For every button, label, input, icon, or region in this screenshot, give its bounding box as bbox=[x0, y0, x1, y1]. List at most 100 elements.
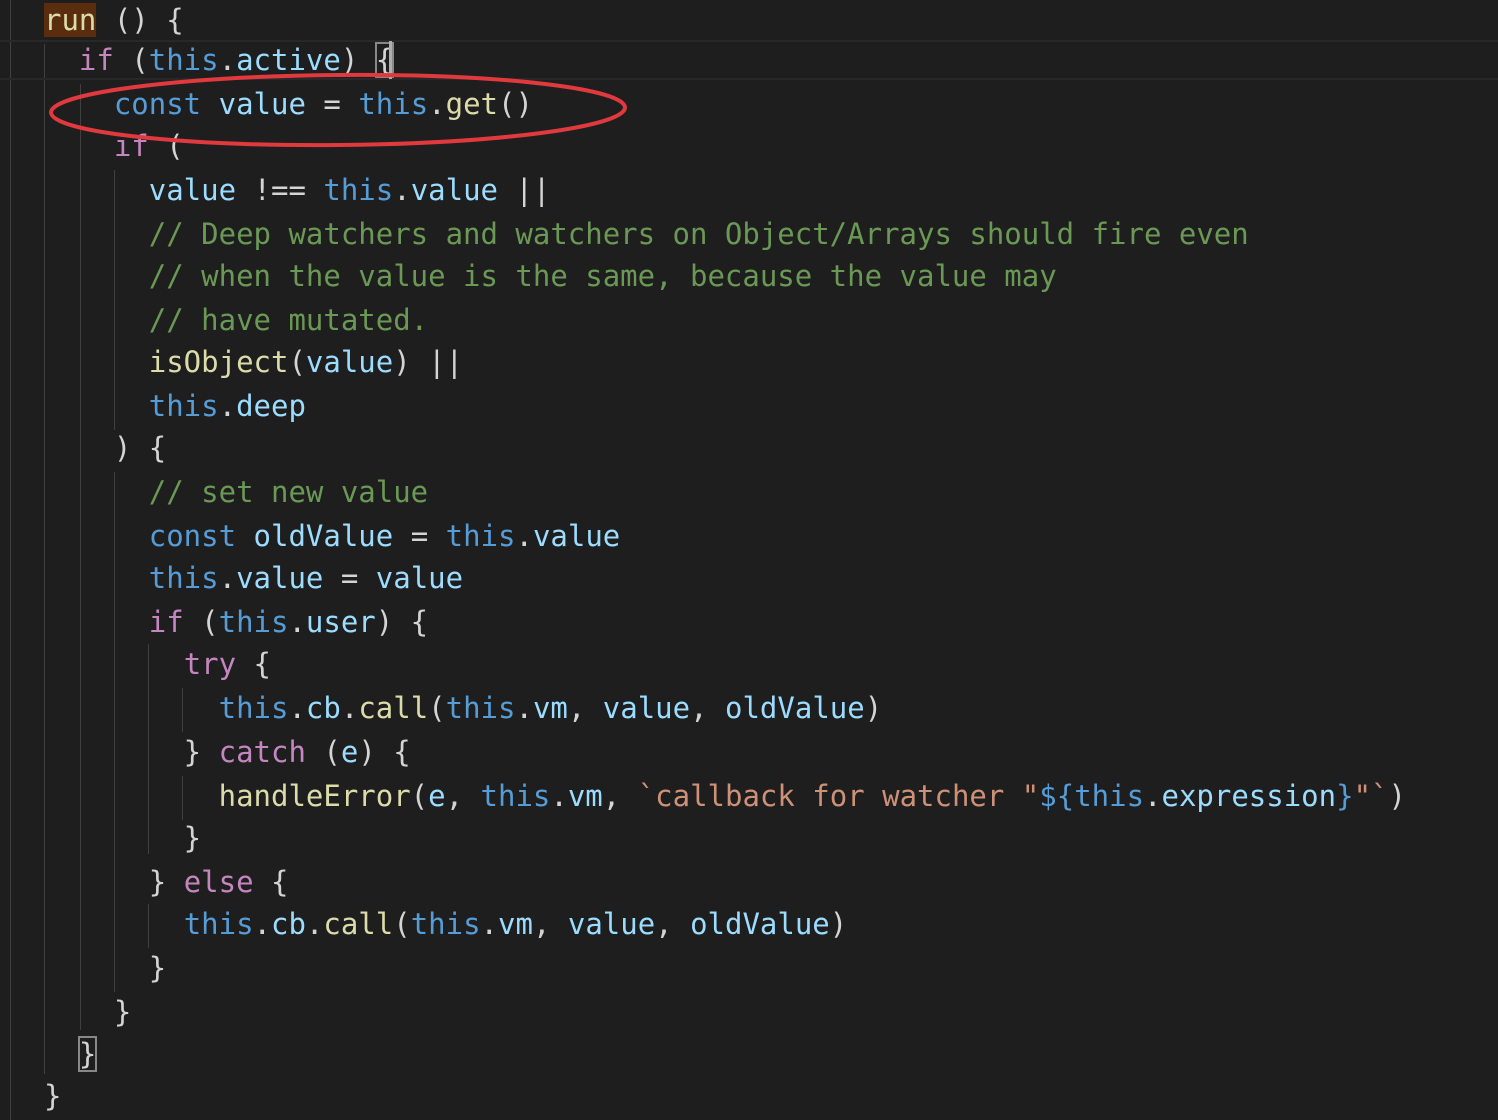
code-token: ) { bbox=[375, 605, 429, 639]
code-token: this bbox=[218, 691, 289, 725]
code-line[interactable]: const value = this.get() bbox=[44, 84, 533, 124]
code-token: ) { bbox=[358, 735, 411, 769]
code-line[interactable]: if (this.user) { bbox=[44, 602, 428, 642]
code-token: vm bbox=[498, 907, 533, 941]
code-token: value bbox=[410, 173, 499, 207]
code-token: value bbox=[236, 561, 324, 595]
code-editor[interactable]: run () { if (this.active) { const value … bbox=[0, 0, 1498, 1120]
code-token: = bbox=[305, 87, 359, 121]
code-token: } bbox=[44, 821, 202, 855]
code-line[interactable]: } bbox=[44, 818, 201, 858]
code-token: try bbox=[183, 647, 237, 681]
code-line[interactable]: isObject(value) || bbox=[44, 342, 463, 382]
code-token: ( bbox=[148, 129, 184, 163]
code-token: value bbox=[148, 173, 237, 207]
code-token: () { bbox=[96, 3, 184, 37]
code-token: , bbox=[655, 907, 691, 941]
code-line[interactable]: } bbox=[44, 1034, 98, 1074]
code-token: deep bbox=[236, 389, 306, 423]
code-token: } bbox=[44, 1079, 62, 1113]
code-line[interactable]: } bbox=[44, 1076, 61, 1116]
code-token: . bbox=[515, 691, 533, 725]
code-line[interactable]: // have mutated. bbox=[44, 300, 428, 340]
code-token: oldValue bbox=[690, 907, 830, 941]
code-line[interactable]: if (this.active) { bbox=[44, 40, 395, 80]
code-token: this bbox=[480, 779, 551, 813]
code-token: "` bbox=[1353, 779, 1389, 813]
code-line[interactable]: } else { bbox=[44, 862, 289, 902]
code-token: cb bbox=[305, 691, 341, 725]
code-token: cb bbox=[271, 907, 306, 941]
code-token: , bbox=[602, 779, 638, 813]
code-token: . bbox=[550, 779, 568, 813]
code-token: value bbox=[218, 87, 306, 121]
code-line[interactable]: // Deep watchers and watchers on Object/… bbox=[44, 214, 1249, 254]
code-token: this bbox=[445, 519, 516, 553]
code-line[interactable]: try { bbox=[44, 644, 271, 684]
code-token: run bbox=[44, 3, 97, 37]
code-token: , bbox=[567, 691, 603, 725]
code-token: () bbox=[498, 87, 533, 121]
code-token: } bbox=[1336, 779, 1354, 813]
code-token: const bbox=[148, 519, 237, 553]
code-line[interactable]: this.value = value bbox=[44, 558, 463, 598]
code-line[interactable]: handleError(e, this.vm, `callback for wa… bbox=[44, 776, 1406, 816]
code-token: ) bbox=[829, 907, 848, 941]
code-line[interactable]: } bbox=[44, 992, 131, 1032]
code-token: . bbox=[428, 87, 446, 121]
code-line[interactable]: } bbox=[44, 948, 166, 988]
code-line[interactable]: this.cb.call(this.vm, value, oldValue) bbox=[44, 904, 848, 944]
code-line[interactable]: // set new value bbox=[44, 472, 428, 512]
code-line[interactable]: const oldValue = this.value bbox=[44, 516, 620, 556]
code-token: ) bbox=[864, 691, 883, 725]
code-token: handleError bbox=[218, 779, 411, 813]
code-token: this bbox=[323, 173, 394, 207]
code-token: } bbox=[44, 735, 219, 769]
code-line[interactable]: value !== this.value || bbox=[44, 170, 551, 210]
code-token: value bbox=[375, 561, 464, 595]
code-line[interactable]: this.deep bbox=[44, 386, 306, 426]
code-token: . bbox=[340, 691, 359, 725]
code-token: . bbox=[218, 43, 237, 77]
code-token: } bbox=[77, 1036, 98, 1072]
code-token: . bbox=[305, 907, 324, 941]
code-token: // set new value bbox=[148, 475, 429, 509]
code-token: get bbox=[445, 87, 499, 121]
code-token: if bbox=[78, 43, 114, 77]
code-line[interactable]: this.cb.call(this.vm, value, oldValue) bbox=[44, 688, 883, 728]
code-token: `callback for watcher " bbox=[637, 779, 1040, 813]
code-token: . bbox=[288, 691, 306, 725]
code-token: ( bbox=[305, 735, 341, 769]
code-token: this bbox=[148, 43, 219, 77]
code-line[interactable]: } catch (e) { bbox=[44, 732, 411, 772]
code-token: call bbox=[323, 907, 394, 941]
code-token: // Deep watchers and watchers on Object/… bbox=[148, 217, 1249, 251]
code-line[interactable]: // when the value is the same, because t… bbox=[44, 256, 1057, 296]
code-token: this bbox=[445, 691, 516, 725]
code-token: else bbox=[183, 865, 254, 899]
code-line[interactable]: ) { bbox=[44, 428, 166, 468]
code-token: { bbox=[253, 865, 289, 899]
code-token: active bbox=[236, 43, 341, 77]
code-token: . bbox=[218, 389, 237, 423]
code-token: if bbox=[148, 605, 184, 639]
code-line[interactable]: run () { bbox=[44, 0, 184, 40]
indent-guide bbox=[10, 0, 11, 1120]
code-token: e bbox=[340, 735, 359, 769]
code-token: = bbox=[393, 519, 446, 553]
code-line[interactable]: if ( bbox=[44, 126, 184, 166]
code-token: } bbox=[44, 995, 132, 1029]
code-token: } bbox=[44, 865, 184, 899]
code-token: value bbox=[305, 345, 394, 379]
